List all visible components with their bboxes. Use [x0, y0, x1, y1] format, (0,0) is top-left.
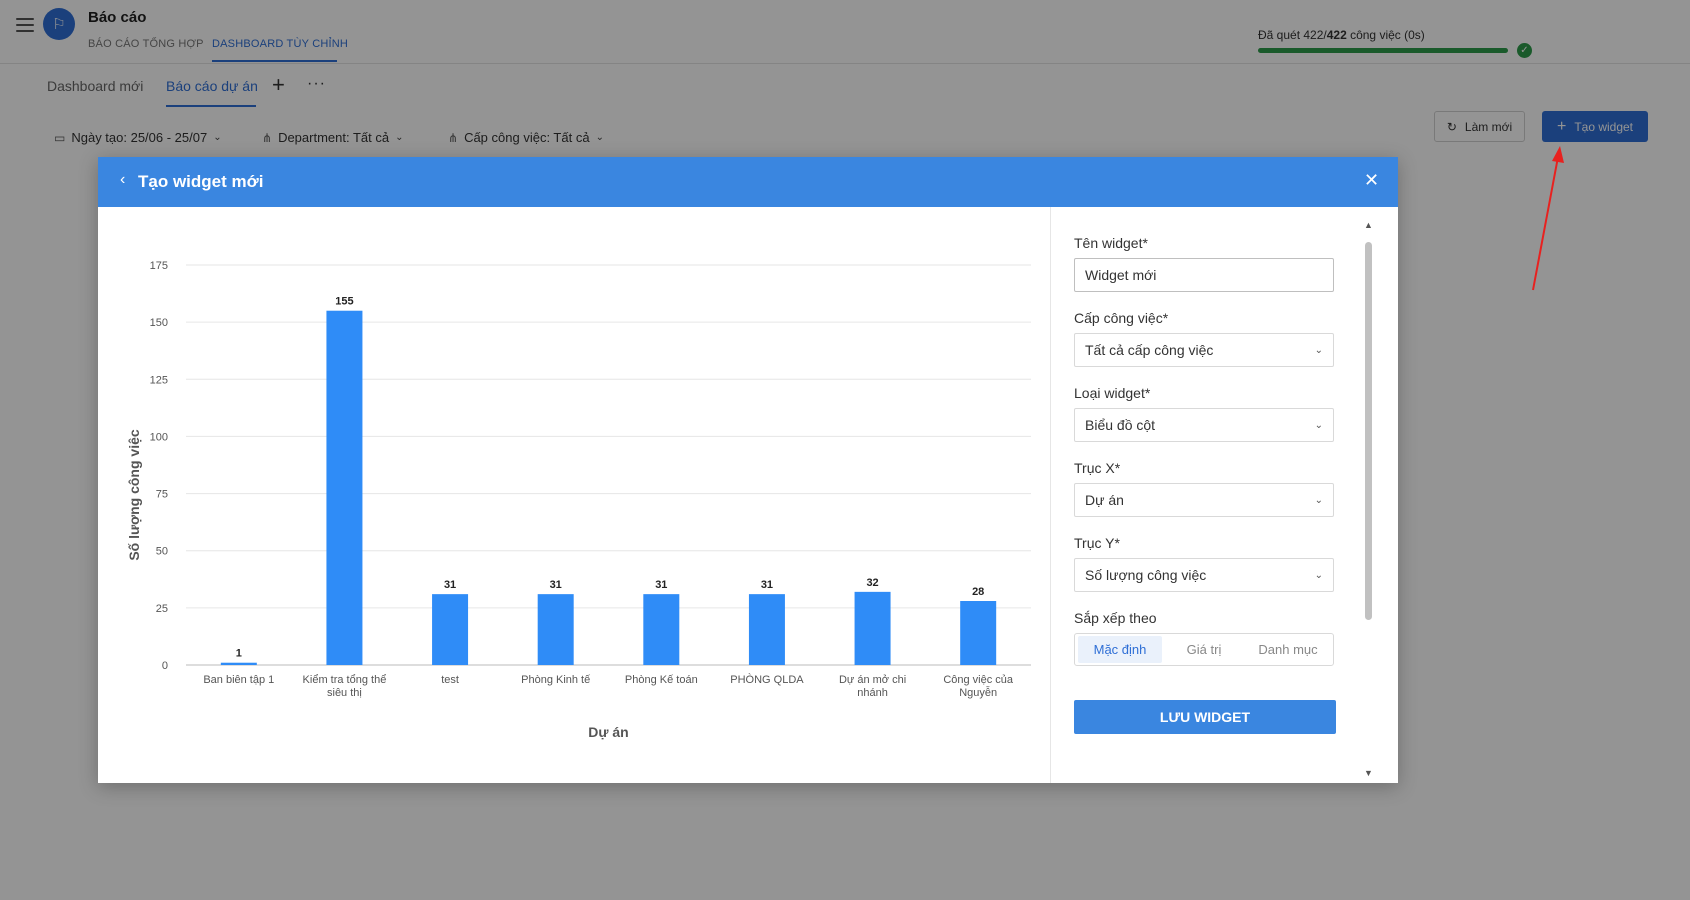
data-label: 31: [550, 579, 562, 591]
chevron-down-icon: ⌄: [1314, 419, 1323, 431]
level-select[interactable]: Tất cả cấp công việc ⌄: [1074, 333, 1334, 367]
data-label: 155: [335, 296, 353, 308]
data-label: 1: [236, 648, 242, 660]
data-label: 28: [972, 586, 984, 598]
y-tick-label: 50: [156, 546, 168, 558]
scroll-up-icon[interactable]: ▲: [1364, 220, 1373, 230]
widget-name-input[interactable]: Widget mới: [1074, 258, 1334, 292]
x-tick-label: Phòng Kinh tế: [521, 674, 590, 686]
sort-label: Sắp xếp theo: [1074, 610, 1157, 626]
scroll-thumb[interactable]: [1365, 242, 1372, 620]
sort-segmented-control: Mặc định Giá trị Danh mục: [1074, 633, 1334, 666]
bar: [854, 591, 891, 665]
y-tick-label: 25: [156, 603, 168, 615]
y-axis-label: Trục Y*: [1074, 535, 1120, 551]
x-axis-label: Trục X*: [1074, 460, 1121, 476]
level-label: Cấp công việc*: [1074, 310, 1169, 326]
y-tick-label: 100: [150, 431, 168, 443]
annotation-arrow: [1532, 146, 1564, 291]
x-tick-label: Ban biên tập 1: [203, 674, 274, 686]
x-tick-label: Nguyễn: [959, 686, 997, 699]
sort-option-category[interactable]: Danh mục: [1246, 636, 1330, 663]
data-label: 31: [444, 579, 456, 591]
bar: [643, 594, 680, 665]
create-widget-modal: ‹ Tạo widget mới ✕ 0 25 50 75 100 125 150 175 1 B…: [98, 157, 1398, 783]
x-tick-label: Phòng Kế toán: [625, 674, 698, 686]
data-label: 32: [866, 577, 878, 589]
sort-option-default[interactable]: Mặc định: [1078, 636, 1162, 663]
x-tick-label: nhánh: [857, 687, 888, 699]
x-tick-label: test: [441, 674, 459, 686]
bar: [748, 594, 785, 665]
y-tick-label: 150: [150, 317, 168, 329]
bar: [432, 594, 469, 665]
y-tick-label: 125: [150, 374, 168, 386]
data-label: 31: [655, 579, 667, 591]
back-chevron-icon[interactable]: ‹: [120, 171, 125, 189]
save-widget-button[interactable]: LƯU WIDGET: [1074, 700, 1336, 734]
modal-header: ‹ Tạo widget mới ✕: [98, 157, 1398, 207]
sort-option-value[interactable]: Giá trị: [1162, 636, 1246, 663]
y-axis-title: Số lượng công việc: [126, 429, 142, 561]
bar: [960, 601, 997, 665]
widget-type-label: Loại widget*: [1074, 385, 1151, 401]
chevron-down-icon: ⌄: [1314, 569, 1323, 581]
chart-preview: 0 25 50 75 100 125 150 175 1 Ban biên tập 1 155 Kiể…: [98, 207, 1050, 783]
y-axis-select[interactable]: Số lượng công việc ⌄: [1074, 558, 1334, 592]
x-tick-label: PHÒNG QLDA: [730, 673, 804, 686]
panel-scrollbar[interactable]: ▲ ▼: [1362, 220, 1374, 778]
widget-type-select[interactable]: Biểu đồ cột ⌄: [1074, 408, 1334, 442]
x-tick-label: Kiểm tra tổng thể: [303, 674, 387, 686]
widget-settings-panel: Tên widget* Widget mới Cấp công việc* Tấ…: [1051, 207, 1398, 783]
y-tick-label: 0: [162, 660, 168, 672]
x-axis-select[interactable]: Dự án ⌄: [1074, 483, 1334, 517]
y-tick-label: 75: [156, 489, 168, 501]
scroll-down-icon[interactable]: ▼: [1364, 768, 1373, 778]
x-tick-label: siêu thị: [327, 687, 362, 699]
chevron-down-icon: ⌄: [1314, 344, 1323, 356]
bar: [326, 310, 363, 665]
close-icon[interactable]: ✕: [1364, 170, 1379, 191]
bar: [537, 594, 574, 665]
widget-name-label: Tên widget*: [1074, 235, 1148, 251]
data-label: 31: [761, 579, 773, 591]
bar: [220, 662, 257, 665]
bar-chart: 0 25 50 75 100 125 150 175 1 Ban biên tập 1 155 Kiể…: [126, 260, 1031, 740]
modal-title: Tạo widget mới: [138, 172, 264, 191]
x-tick-label: Dự án mở chi: [839, 674, 906, 686]
y-tick-label: 175: [150, 260, 168, 272]
chevron-down-icon: ⌄: [1314, 494, 1323, 506]
x-tick-label: Công việc của: [943, 674, 1014, 686]
x-axis-title: Dự án: [588, 724, 628, 740]
